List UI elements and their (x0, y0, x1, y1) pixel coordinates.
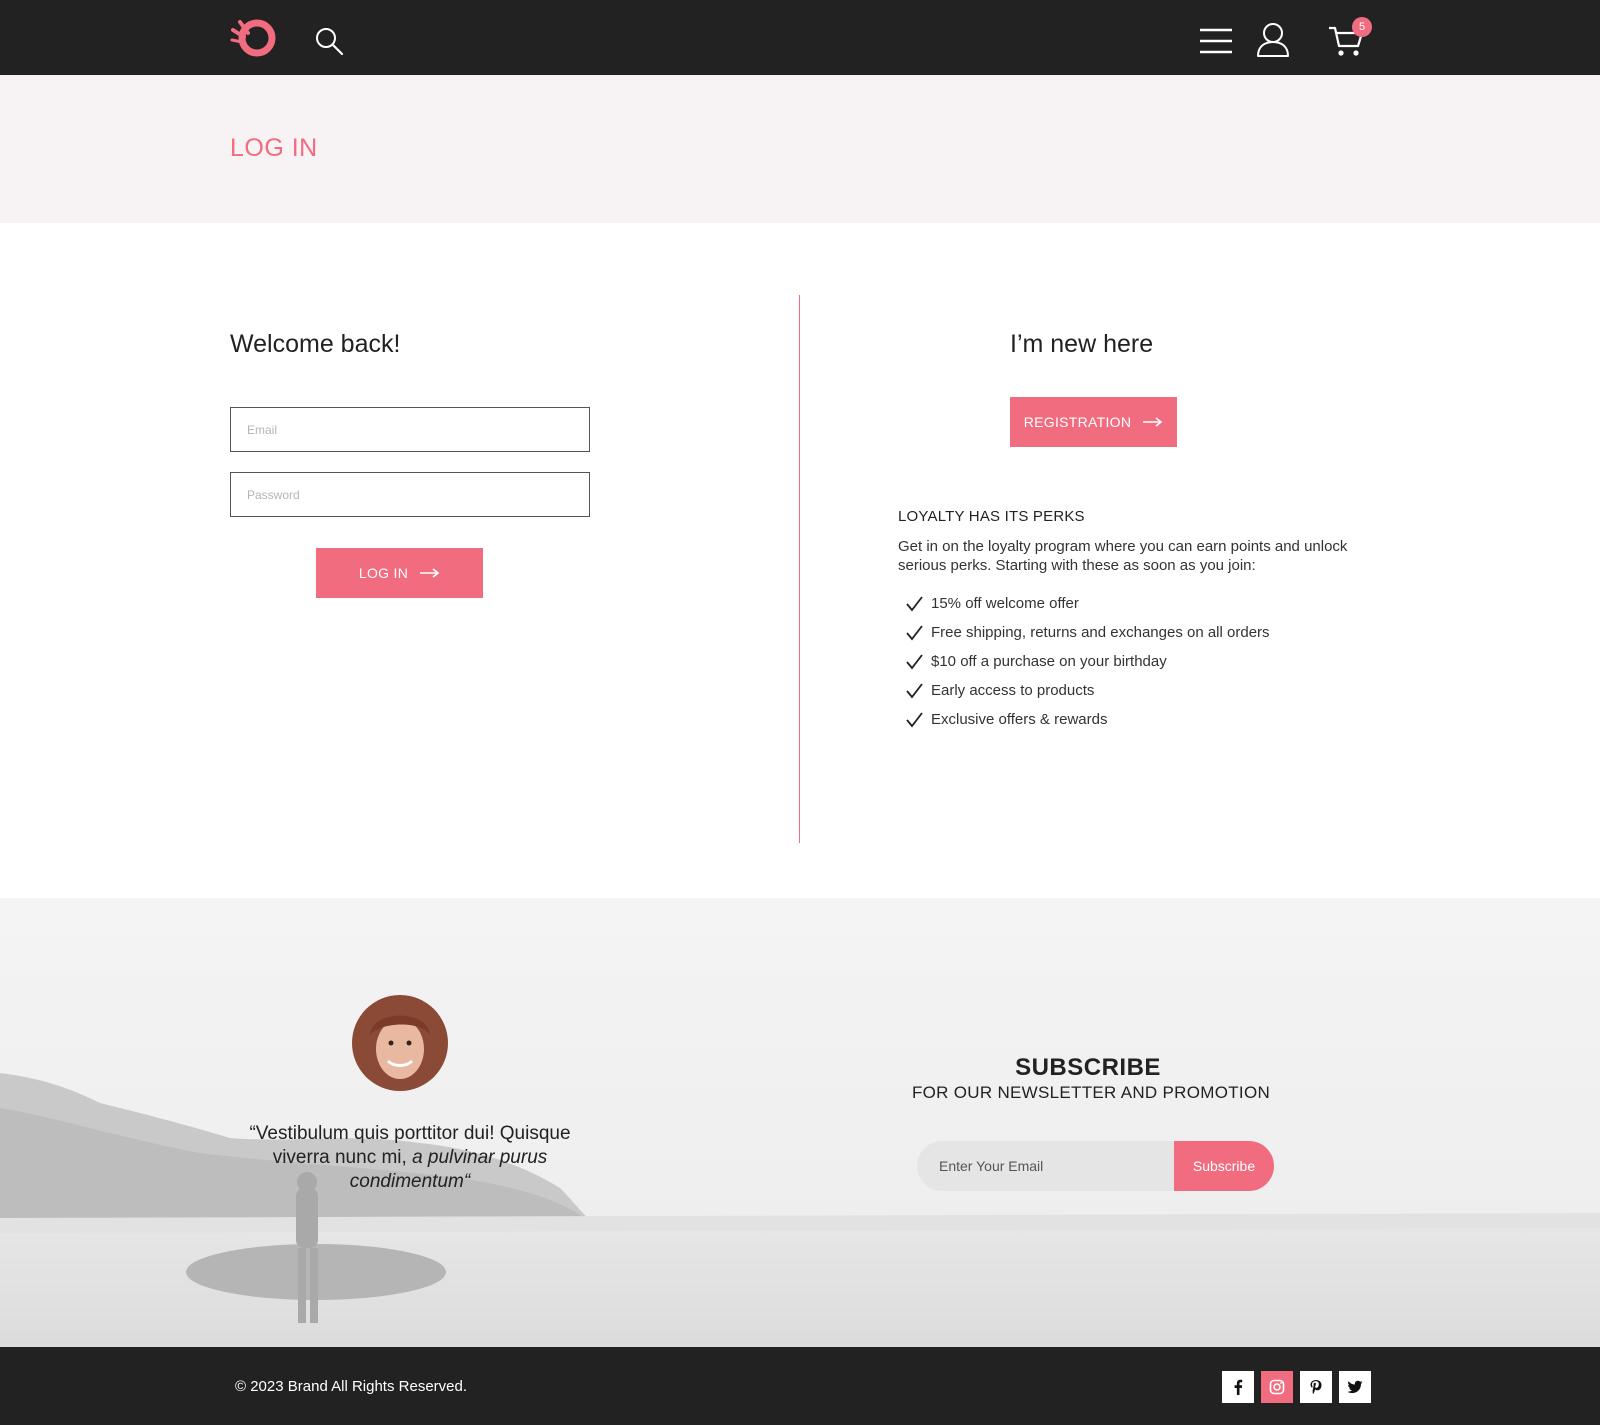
facebook-link[interactable] (1222, 1371, 1254, 1403)
copyright-text: © 2023 Brand All Rights Reserved. (235, 1378, 468, 1395)
checkmark-icon (906, 653, 923, 669)
perk-label: Free shipping, returns and exchanges on … (931, 624, 1270, 641)
quote-closing: “ (463, 1171, 471, 1192)
login-button-label: LOG IN (358, 565, 409, 581)
user-icon[interactable] (1256, 22, 1290, 58)
perks-list: 15% off welcome offer Free shipping, ret… (906, 594, 1270, 739)
subscribe-subtitle: FOR OUR NEWSLETTER AND PROMOTION (911, 1083, 1271, 1102)
login-button[interactable]: LOG IN (316, 548, 483, 598)
list-item: Free shipping, returns and exchanges on … (906, 623, 1270, 642)
arrow-right-icon (1143, 417, 1163, 427)
checkmark-icon (906, 624, 923, 640)
checkmark-icon (906, 682, 923, 698)
twitter-icon (1347, 1380, 1363, 1394)
perk-label: 15% off welcome offer (931, 595, 1079, 612)
perk-label: $10 off a purchase on your birthday (931, 653, 1167, 670)
menu-icon[interactable] (1199, 27, 1233, 55)
instagram-icon (1269, 1379, 1285, 1395)
list-item: $10 off a purchase on your birthday (906, 652, 1270, 671)
twitter-link[interactable] (1339, 1371, 1371, 1403)
facebook-icon (1234, 1379, 1243, 1395)
subscribe-button[interactable]: Subscribe (1174, 1141, 1274, 1191)
perk-label: Exclusive offers & rewards (931, 711, 1108, 728)
instagram-link[interactable] (1261, 1371, 1293, 1403)
register-heading: I’m new here (1010, 330, 1154, 358)
registration-button[interactable]: REGISTRATION (1010, 397, 1177, 447)
cart-count-badge: 5 (1352, 17, 1372, 37)
registration-button-label: REGISTRATION (1023, 414, 1132, 430)
brand-logo[interactable] (230, 16, 276, 58)
list-item: Early access to products (906, 681, 1270, 700)
testimonial-quote: “Vestibulum quis porttitor dui! Quisque … (230, 1122, 590, 1194)
avatar (352, 995, 448, 1091)
perks-description: Get in on the loyalty program where you … (898, 538, 1348, 574)
arrow-right-icon (420, 568, 440, 578)
search-icon[interactable] (314, 26, 344, 56)
pinterest-link[interactable] (1300, 1371, 1332, 1403)
checkmark-icon (906, 711, 923, 727)
login-heading: Welcome back! (230, 330, 401, 358)
page-title: LOG IN (230, 134, 318, 162)
column-divider (799, 295, 800, 843)
list-item: 15% off welcome offer (906, 594, 1270, 613)
newsletter-form: Subscribe (917, 1141, 1274, 1191)
perk-label: Early access to products (931, 682, 1095, 699)
checkmark-icon (906, 595, 923, 611)
perks-title: LOYALTY HAS ITS PERKS (898, 508, 1085, 525)
list-item: Exclusive offers & rewards (906, 710, 1270, 729)
pinterest-icon (1310, 1380, 1322, 1395)
subscribe-title: SUBSCRIBE (1015, 1054, 1161, 1081)
password-field[interactable] (230, 472, 590, 517)
email-field[interactable] (230, 407, 590, 452)
newsletter-email-input[interactable] (917, 1141, 1174, 1191)
